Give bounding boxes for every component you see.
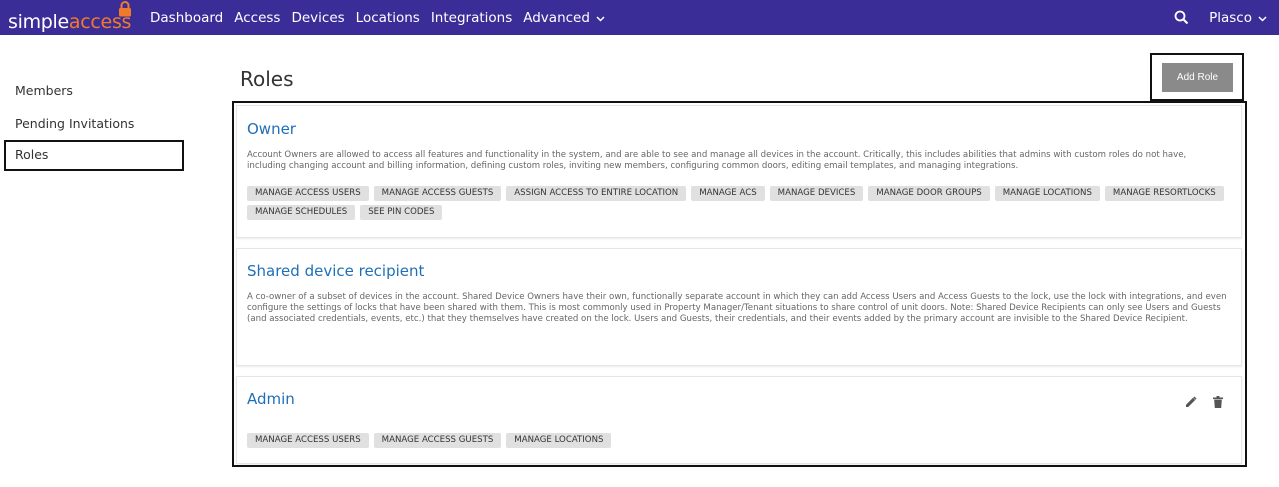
lock-icon <box>118 1 132 21</box>
permission-tag: MANAGE ACCESS USERS <box>247 433 369 448</box>
role-title[interactable]: Shared device recipient <box>247 262 424 280</box>
nav-locations[interactable]: Locations <box>356 10 420 26</box>
permission-tag: MANAGE ACCESS USERS <box>247 186 369 201</box>
sidebar-item-members[interactable]: Members <box>15 83 73 98</box>
sidebar-item-pending-invitations[interactable]: Pending Invitations <box>15 116 134 131</box>
permission-tag: MANAGE RESORTLOCKS <box>1104 186 1224 201</box>
sidebar-item-roles[interactable]: Roles <box>15 147 48 162</box>
role-actions <box>1185 393 1223 412</box>
logo-simple: simple <box>8 11 69 33</box>
chevron-down-icon <box>596 10 605 26</box>
role-permissions: MANAGE ACCESS USERS MANAGE ACCESS GUESTS… <box>247 433 1237 448</box>
permission-tag: MANAGE DEVICES <box>769 186 864 201</box>
permission-tag: MANAGE LOCATIONS <box>506 433 612 448</box>
nav-links: Dashboard Access Devices Locations Integ… <box>150 0 616 35</box>
page-title: Roles <box>240 67 294 91</box>
logo[interactable]: simpleaccess <box>8 1 132 33</box>
permission-tag: MANAGE ACS <box>691 186 765 201</box>
permission-tag: MANAGE SCHEDULES <box>247 205 356 220</box>
pencil-icon[interactable] <box>1185 393 1197 412</box>
permission-tag: MANAGE LOCATIONS <box>994 186 1100 201</box>
nav-advanced-label: Advanced <box>523 9 590 26</box>
nav-advanced[interactable]: Advanced <box>523 10 605 26</box>
role-card-admin[interactable]: Admin MANAGE ACCESS USERS MANAGE ACCESS … <box>236 376 1242 464</box>
role-card-owner[interactable]: Owner Account Owners are allowed to acce… <box>236 105 1242 238</box>
nav-devices[interactable]: Devices <box>291 10 344 26</box>
chevron-down-icon <box>1258 10 1267 26</box>
nav-dashboard[interactable]: Dashboard <box>150 10 223 26</box>
permission-tag: MANAGE DOOR GROUPS <box>868 186 990 201</box>
account-name: Plasco <box>1209 9 1252 26</box>
permission-tag: MANAGE ACCESS GUESTS <box>373 186 502 201</box>
nav-right: Plasco <box>1174 0 1267 35</box>
nav-integrations[interactable]: Integrations <box>431 10 512 26</box>
role-permissions: MANAGE ACCESS USERS MANAGE ACCESS GUESTS… <box>247 186 1237 220</box>
search-icon[interactable] <box>1174 10 1189 25</box>
role-card-shared-device-recipient[interactable]: Shared device recipient A co-owner of a … <box>236 248 1242 366</box>
add-role-button[interactable]: Add Role <box>1162 63 1233 92</box>
role-title[interactable]: Owner <box>247 120 296 138</box>
role-description: Account Owners are allowed to access all… <box>247 150 1187 171</box>
trash-icon[interactable] <box>1213 393 1223 412</box>
account-menu[interactable]: Plasco <box>1209 10 1267 26</box>
role-title[interactable]: Admin <box>247 390 295 408</box>
top-nav: simpleaccess Dashboard Access Devices Lo… <box>0 0 1279 35</box>
permission-tag: MANAGE ACCESS GUESTS <box>373 433 502 448</box>
permission-tag: ASSIGN ACCESS TO ENTIRE LOCATION <box>506 186 687 201</box>
permission-tag: SEE PIN CODES <box>360 205 443 220</box>
role-description: A co-owner of a subset of devices in the… <box>247 292 1227 324</box>
nav-access[interactable]: Access <box>234 10 280 26</box>
logo-text: simpleaccess <box>8 11 131 33</box>
